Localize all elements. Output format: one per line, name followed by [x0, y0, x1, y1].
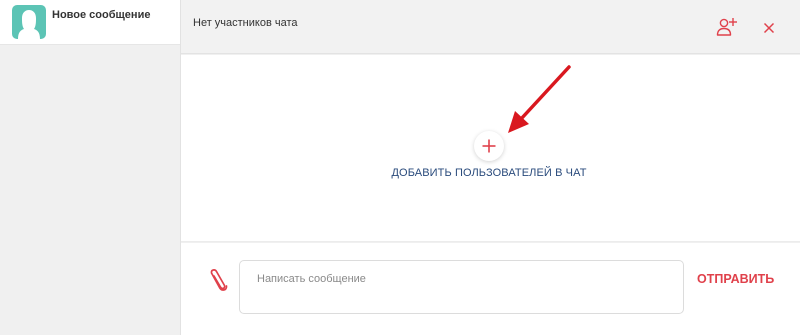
close-icon [763, 22, 775, 34]
add-participants-button[interactable] [474, 131, 504, 161]
add-user-button[interactable] [715, 15, 739, 39]
add-user-icon [716, 18, 737, 36]
message-composer: ОТПРАВИТЬ [181, 243, 800, 335]
arrow-annotation-icon [508, 65, 571, 133]
chat-header: Нет участников чата [181, 0, 800, 54]
conversation-title: Новое сообщение [52, 9, 151, 21]
send-button[interactable]: ОТПРАВИТЬ [697, 272, 774, 286]
chat-content: ДОБАВИТЬ ПОЛЬЗОВАТЕЛЕЙ В ЧАТ [181, 55, 800, 242]
attach-button[interactable] [207, 265, 229, 295]
sidebar: Новое сообщение [0, 0, 181, 335]
add-participants-link[interactable]: ДОБАВИТЬ ПОЛЬЗОВАТЕЛЕЙ В ЧАТ [181, 167, 797, 179]
user-silhouette-icon [18, 10, 40, 39]
chat-title: Нет участников чата [193, 17, 298, 29]
chat-panel: Нет участников чата ДОБАВИТЬ ПОЛЬЗОВАТЕЛ… [181, 0, 800, 335]
message-input[interactable] [239, 260, 684, 314]
avatar [12, 5, 46, 39]
paperclip-icon [210, 269, 228, 291]
plus-icon [482, 139, 496, 153]
conversation-item[interactable]: Новое сообщение [0, 0, 180, 45]
close-button[interactable] [757, 15, 781, 39]
